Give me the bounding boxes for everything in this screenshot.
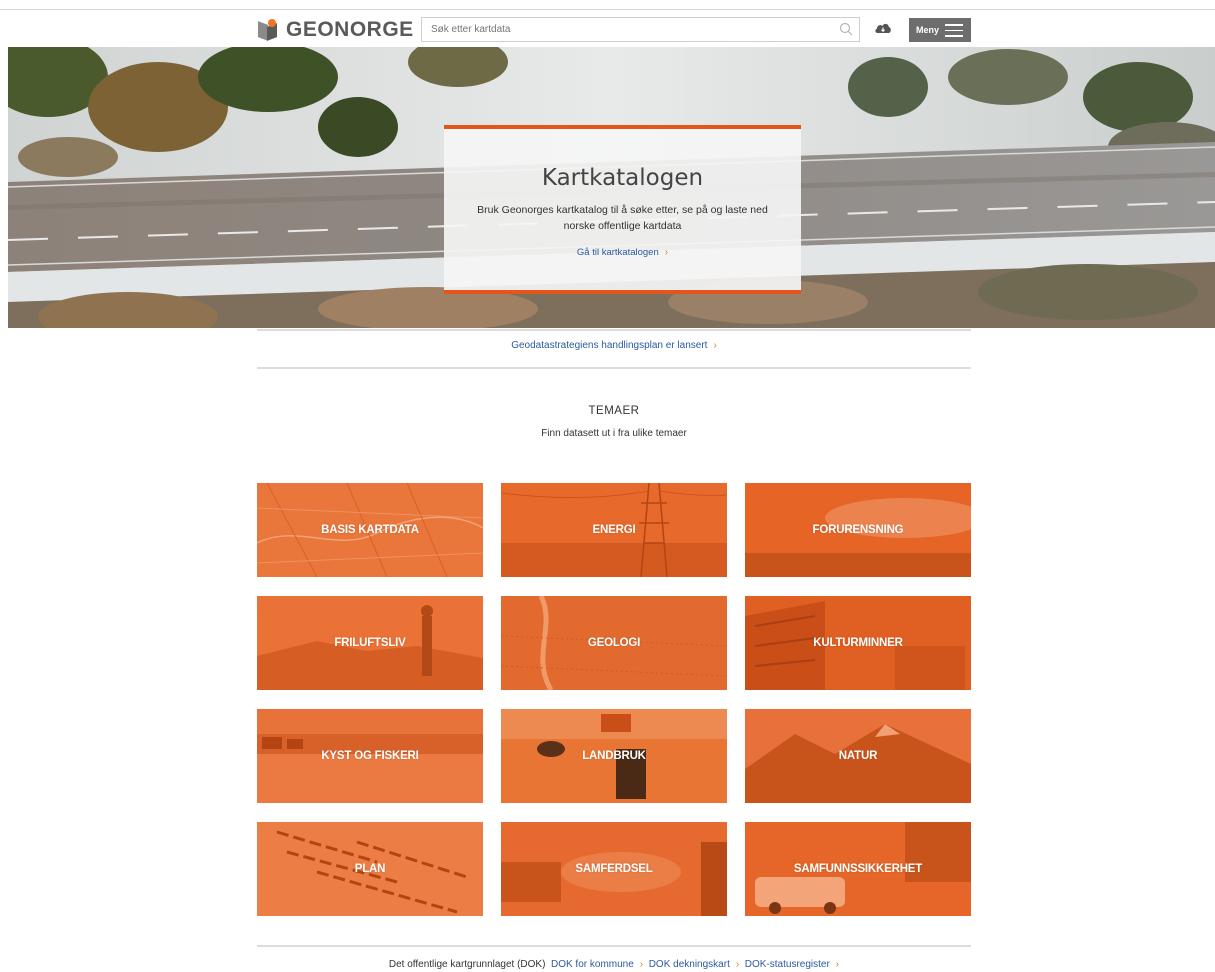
kartkatalog-link-label: Gå til kartkatalogen [576,247,659,258]
dok-statusregister-link[interactable]: DOK-statusregister [745,959,830,970]
theme-tile-geologi[interactable]: GEOLOGI [501,596,727,690]
theme-tile-natur[interactable]: NATUR [745,709,971,803]
theme-tile-friluftsliv[interactable]: FRILUFTSLIV [257,596,483,690]
geonorge-logo[interactable]: GEONORGE [258,18,414,42]
theme-label: SAMFERDSEL [575,863,653,875]
theme-label: KULTURMINNER [813,637,903,649]
menu-label: Meny [916,25,940,35]
theme-label: KYST OG FISKERI [321,750,419,762]
dok-footer: Det offentlige kartgrunnlaget (DOK) DOK … [257,959,971,970]
theme-tile-samfunnssikkerhet[interactable]: SAMFUNNSSIKKERHET [745,822,971,916]
dok-for-kommune-link[interactable]: DOK for kommune [551,959,634,970]
theme-label: GEOLOGI [587,637,641,649]
theme-tile-energi[interactable]: ENERGI [501,483,727,577]
geonorge-logo-icon [258,19,278,41]
hamburger-icon [945,24,963,37]
news-link[interactable]: Geodatastrategiens handlingsplan er lans… [257,340,971,351]
theme-tile-basis-kartdata[interactable]: BASIS KARTDATA [257,483,483,577]
theme-label: LANDBRUK [582,750,646,762]
theme-tile-kyst-og-fiskeri[interactable]: KYST OG FISKERI [257,709,483,803]
search-icon[interactable] [839,22,853,36]
chevron-right-icon: › [664,247,669,258]
divider-bottom [257,367,971,369]
hero-description: Bruk Geonorges kartkatalog til å søke et… [477,204,768,232]
theme-label: FORURENSNING [812,524,904,536]
dok-prefix: Det offentlige kartgrunnlaget (DOK) [388,959,546,970]
logo-text: GEONORGE [286,18,414,41]
menu-button[interactable]: Meny [909,18,971,42]
theme-label: FRILUFTSLIV [334,637,406,649]
theme-label: SAMFUNNSSIKKERHET [793,863,923,875]
search-box [421,17,860,42]
kartkatalog-link[interactable]: Gå til kartkatalogen › [577,247,668,258]
theme-label: PLAN [354,863,386,875]
chevron-right-icon: › [639,959,644,970]
themes-title: TEMAER [588,405,640,417]
site-header: GEONORGE Meny [0,10,1215,47]
dok-dekningskart-link[interactable]: DOK dekningskart [649,959,730,970]
theme-label: NATUR [838,750,878,762]
divider-top [257,329,971,331]
footer-divider [257,945,971,947]
search-input[interactable] [422,18,831,41]
hero-title: Kartkatalogen [541,165,704,191]
theme-label: ENERGI [592,524,636,536]
hero-banner: Kartkatalogen Bruk Geonorges kartkatalog… [8,47,1215,328]
theme-tile-kulturminner[interactable]: KULTURMINNER [745,596,971,690]
chevron-right-icon: › [735,959,740,970]
theme-label: BASIS KARTDATA [321,524,419,536]
themes-subtitle: Finn datasett ut i fra ulike temaer [541,428,687,439]
theme-tile-landbruk[interactable]: LANDBRUK [501,709,727,803]
news-link-label: Geodatastrategiens handlingsplan er lans… [511,340,708,351]
chevron-right-icon: › [713,340,717,351]
theme-tile-samferdsel[interactable]: SAMFERDSEL [501,822,727,916]
cloud-download-icon[interactable] [874,21,892,35]
theme-tile-forurensning[interactable]: FORURENSNING [745,483,971,577]
chevron-right-icon: › [835,959,840,970]
kartkatalog-card: Kartkatalogen Bruk Geonorges kartkatalog… [444,125,801,294]
theme-tile-plan[interactable]: PLAN [257,822,483,916]
